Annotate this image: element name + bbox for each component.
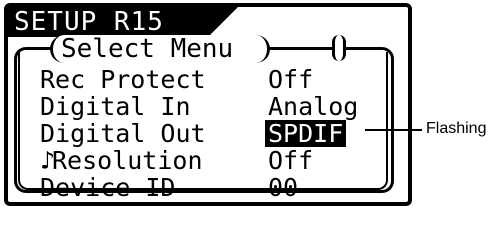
menu-item-label: Resolution bbox=[52, 146, 203, 175]
menu-item-label: Digital Out bbox=[40, 119, 206, 148]
menu-list: Rec Protect Off Digital In Analog Digita… bbox=[40, 66, 380, 201]
callout-label: Flashing bbox=[426, 120, 487, 137]
menu-item-value: Off bbox=[268, 146, 314, 175]
menu-item-label: Device ID bbox=[40, 173, 176, 202]
header-tab: SETUP R15 bbox=[8, 7, 238, 37]
menu-item-device-id[interactable]: Device ID 00 bbox=[40, 174, 380, 201]
menu-item-value-flashing: SPDIF bbox=[265, 120, 347, 147]
menu-item-label-wrap: ♪Resolution bbox=[40, 147, 203, 174]
menu-item-value: Off bbox=[268, 65, 314, 94]
menu-item-digital-in[interactable]: Digital In Analog bbox=[40, 93, 380, 120]
menu-item-resolution[interactable]: ♪Resolution Off bbox=[40, 147, 380, 174]
note-icon: ♪ bbox=[40, 146, 56, 175]
menu-item-label: Rec Protect bbox=[40, 65, 206, 94]
menu-item-value: 00 bbox=[268, 173, 299, 202]
menu-title: Select Menu bbox=[50, 35, 270, 63]
callout-line bbox=[365, 129, 422, 131]
menu-item-label: Digital In bbox=[40, 92, 191, 121]
menu-item-value: Analog bbox=[268, 92, 359, 121]
menu-item-digital-out[interactable]: Digital Out SPDIF bbox=[40, 120, 380, 147]
menu-title-text: Select Menu bbox=[61, 34, 234, 64]
menu-title-cap bbox=[332, 35, 346, 61]
screen-header: SETUP R15 bbox=[14, 7, 164, 37]
menu-item-rec-protect[interactable]: Rec Protect Off bbox=[40, 66, 380, 93]
